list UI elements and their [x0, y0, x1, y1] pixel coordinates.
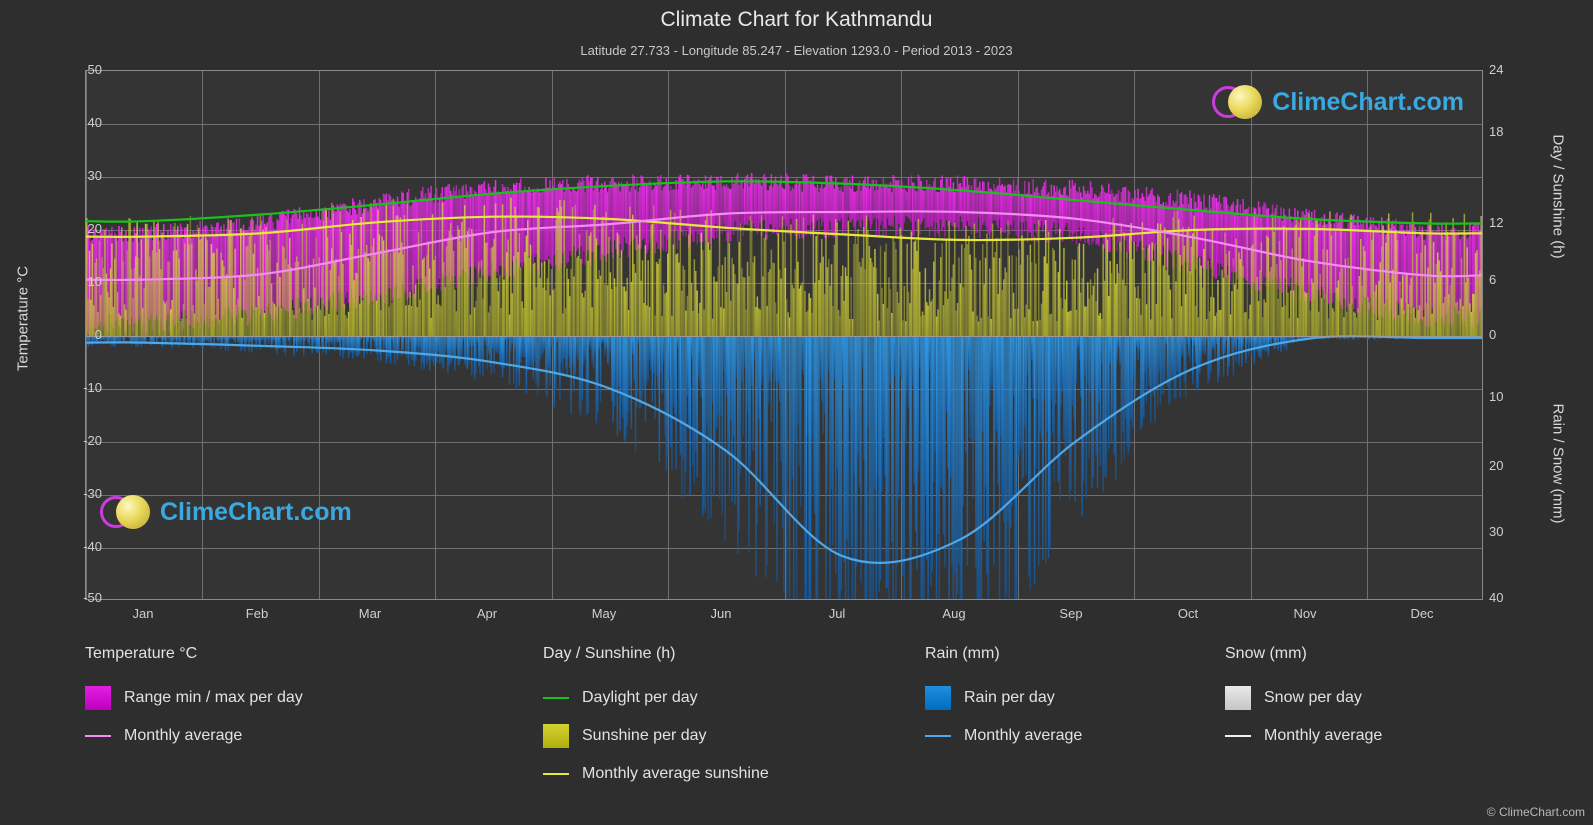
legend-label: Daylight per day	[582, 689, 698, 706]
y-tick-left: -10	[83, 380, 102, 395]
legend-swatch	[925, 686, 951, 710]
x-tick-jul: Jul	[828, 606, 846, 621]
y-tick-left: 30	[87, 168, 102, 183]
y-tick-left: 10	[87, 274, 102, 289]
legend-label: Monthly average	[124, 727, 243, 744]
legend-column-temperature: Temperature °C Range min / max per day Mon…	[85, 645, 525, 755]
y-tick-left: -20	[83, 433, 102, 448]
legend-item[interactable]: Sunshine per day	[543, 717, 923, 755]
legend-label: Range min / max per day	[124, 689, 303, 706]
legend-line-marker	[925, 735, 951, 737]
y-tick-right-top: 18	[1489, 124, 1504, 139]
y-tick-left: 50	[87, 62, 102, 77]
legend-item[interactable]: Monthly average	[1225, 717, 1525, 755]
legend-label: Monthly average	[964, 727, 1083, 744]
x-tick-aug: Aug	[942, 606, 966, 621]
y-tick-right-top: 6	[1489, 272, 1497, 287]
y-axis-label-left: Temperature °C	[14, 265, 32, 372]
legend-item[interactable]: Daylight per day	[543, 679, 923, 717]
watermark-top: ClimeChart.com	[1212, 85, 1464, 119]
legend-line-marker	[85, 735, 111, 737]
legend-line-marker	[543, 773, 569, 775]
legend-column-rain: Rain (mm) Rain per day Monthly average	[925, 645, 1225, 755]
chart-legend: Temperature °C Range min / max per day Mon…	[85, 645, 1545, 805]
legend-line-marker	[543, 697, 569, 699]
climate-chart-plot: ClimeChart.com ClimeChart.com	[85, 70, 1483, 600]
y-tick-left: 40	[87, 115, 102, 130]
x-tick-nov: Nov	[1293, 606, 1317, 621]
y-tick-left: -40	[83, 539, 102, 554]
legend-title: Snow (mm)	[1225, 645, 1307, 662]
legend-swatch	[85, 686, 111, 710]
legend-title: Temperature °C	[85, 645, 198, 662]
legend-item[interactable]: Rain per day	[925, 679, 1225, 717]
legend-item[interactable]: Snow per day	[1225, 679, 1525, 717]
y-tick-left: 20	[87, 221, 102, 236]
x-tick-jan: Jan	[132, 606, 154, 621]
legend-label: Sunshine per day	[582, 727, 707, 744]
legend-item[interactable]: Monthly average	[925, 717, 1225, 755]
rain-daily-band	[86, 336, 1482, 599]
chart-subtitle: Latitude 27.733 - Longitude 85.247 - Ele…	[580, 43, 1013, 58]
x-tick-oct: Oct	[1177, 606, 1199, 621]
y-tick-right-bottom: 10	[1489, 389, 1504, 404]
x-tick-sep: Sep	[1059, 606, 1083, 621]
copyright-text: © ClimeChart.com	[1486, 805, 1585, 819]
legend-label: Monthly average	[1264, 727, 1383, 744]
legend-label: Rain per day	[964, 689, 1055, 706]
legend-item[interactable]: Range min / max per day	[85, 679, 525, 717]
legend-item[interactable]: Monthly average sunshine	[543, 755, 923, 793]
y-tick-right-bottom: 30	[1489, 524, 1504, 539]
x-tick-apr: Apr	[476, 606, 498, 621]
y-tick-right-bottom: 40	[1489, 590, 1504, 605]
watermark-text: ClimeChart.com	[1272, 87, 1464, 116]
gridline-v	[1482, 71, 1483, 599]
y-tick-right-top: 12	[1489, 215, 1504, 230]
watermark-text: ClimeChart.com	[160, 497, 352, 526]
x-tick-jun: Jun	[710, 606, 732, 621]
x-tick-may: May	[591, 606, 617, 621]
legend-label: Monthly average sunshine	[582, 765, 769, 782]
y-tick-left: 0	[94, 327, 102, 342]
legend-column-snow: Snow (mm) Snow per day Monthly average	[1225, 645, 1525, 755]
legend-item[interactable]: Monthly average	[85, 717, 525, 755]
legend-column-daysunshine: Day / Sunshine (h) Daylight per day Sunshi…	[543, 645, 923, 793]
legend-swatch	[543, 724, 569, 748]
x-tick-mar: Mar	[358, 606, 382, 621]
y-tick-right-bottom: 20	[1489, 458, 1504, 473]
y-tick-right-top: 24	[1489, 62, 1504, 77]
legend-label: Snow per day	[1264, 689, 1362, 706]
watermark-bottom: ClimeChart.com	[100, 495, 352, 529]
y-axis-label-right-top: Day / Sunshine (h)	[1549, 134, 1567, 259]
zero-axis-line	[86, 336, 1482, 337]
legend-title: Day / Sunshine (h)	[543, 645, 676, 662]
x-tick-dec: Dec	[1410, 606, 1434, 621]
y-tick-right-top: 0	[1489, 327, 1497, 342]
y-tick-left: -50	[83, 590, 102, 605]
x-tick-feb: Feb	[245, 606, 269, 621]
legend-swatch	[1225, 686, 1251, 710]
legend-line-marker	[1225, 735, 1251, 737]
legend-title: Rain (mm)	[925, 645, 1000, 662]
y-axis-label-right-bottom: Rain / Snow (mm)	[1549, 403, 1567, 524]
page-title: Climate Chart for Kathmandu	[660, 8, 933, 31]
y-tick-left: -30	[83, 486, 102, 501]
